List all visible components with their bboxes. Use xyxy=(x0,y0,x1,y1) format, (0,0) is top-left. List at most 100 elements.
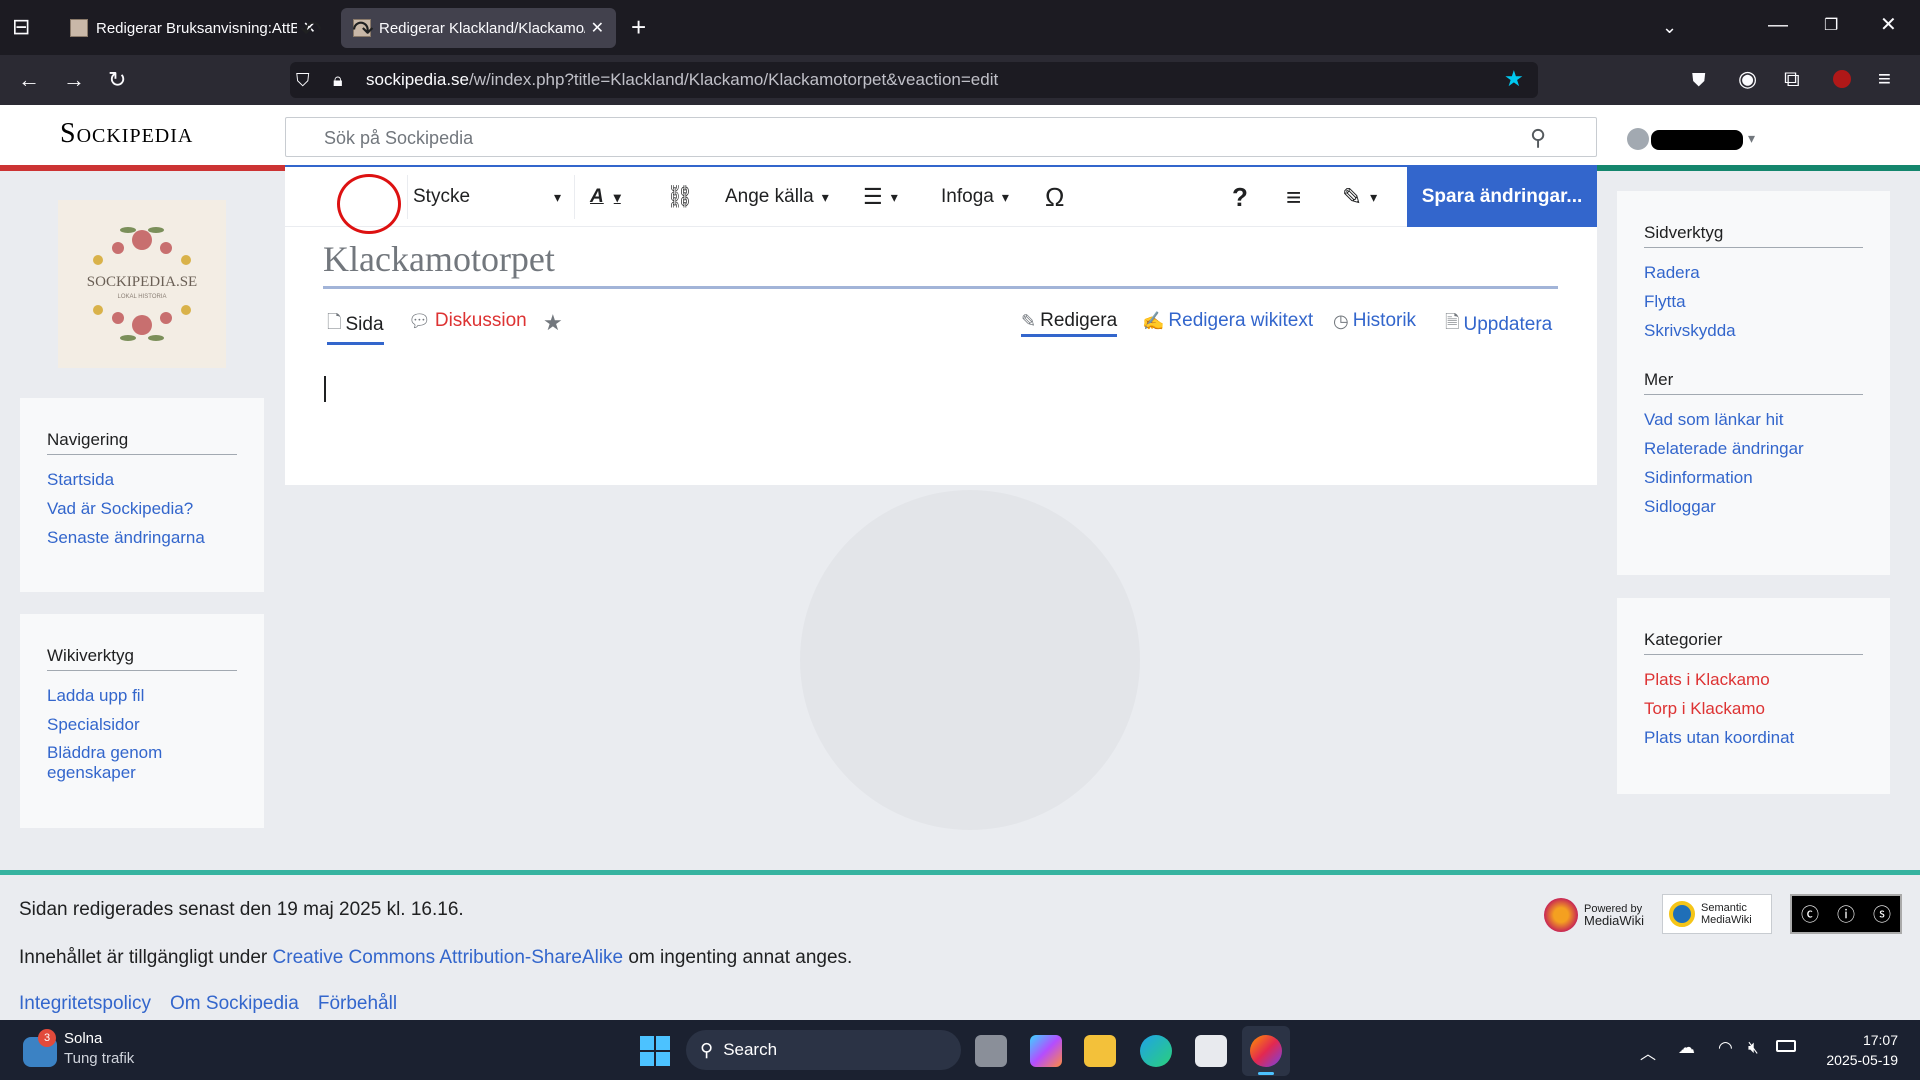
watch-star-icon[interactable]: ★ xyxy=(543,310,563,336)
footer-link-privacy[interactable]: Integritetspolicy xyxy=(19,993,151,1015)
back-icon[interactable]: ← xyxy=(18,69,40,91)
mediawiki-flower-icon xyxy=(1544,898,1578,932)
footer-link-about[interactable]: Om Sockipedia xyxy=(170,993,299,1015)
undo-icon[interactable]: ↶ xyxy=(300,0,322,60)
tab-talk-label: Diskussion xyxy=(434,310,527,331)
more-related-changes[interactable]: Relaterade ändringar xyxy=(1644,438,1863,460)
paragraph-format-dropdown[interactable]: Stycke ▾ xyxy=(413,167,561,227)
account-icon[interactable]: ◉ xyxy=(1738,68,1757,90)
tools-link-special[interactable]: Specialsidor xyxy=(47,714,237,736)
footer-link-disclaimers[interactable]: Förbehåll xyxy=(318,993,397,1015)
ublock-icon[interactable] xyxy=(1833,70,1851,88)
list-icon[interactable]: ☰ ▾ xyxy=(863,167,898,227)
username-redacted[interactable] xyxy=(1651,130,1743,150)
microsoft-store-icon[interactable] xyxy=(1195,1035,1227,1067)
lock-icon[interactable]: 🔒︎ xyxy=(333,69,343,91)
list-all-tabs-icon[interactable]: ⌄ xyxy=(1662,16,1677,38)
category-link-torp[interactable]: Torp i Klackamo xyxy=(1644,698,1863,720)
user-icon[interactable] xyxy=(1627,128,1649,150)
more-page-logs[interactable]: Sidloggar xyxy=(1644,496,1863,518)
clock[interactable]: 17:07 2025-05-19 xyxy=(1820,1030,1898,1070)
tab-edit-source[interactable]: ✍ Redigera wikitext xyxy=(1142,310,1313,332)
windows-start-icon[interactable] xyxy=(640,1036,670,1066)
link-icon[interactable]: ⛓ xyxy=(666,167,694,227)
copilot-icon[interactable] xyxy=(1030,1035,1062,1067)
close-window-icon[interactable]: ✕ xyxy=(1880,14,1897,36)
task-view-icon[interactable] xyxy=(975,1035,1007,1067)
redo-icon[interactable]: ↷ xyxy=(352,0,374,60)
nav-link-about[interactable]: Vad är Sockipedia? xyxy=(47,498,237,520)
browser-tab-2-active[interactable]: Redigerar Klackland/Klackamo/K ✕ xyxy=(341,8,616,48)
tab-list-icon[interactable]: ⊟ xyxy=(12,16,30,38)
footer-license-link[interactable]: Creative Commons Attribution-ShareAlike xyxy=(273,947,624,968)
bookmark-star-icon[interactable]: ★ xyxy=(1504,68,1524,90)
special-character-icon[interactable]: Ω xyxy=(1045,167,1064,227)
cc-by-sa-badge[interactable]: ⓒ ⓘ ⓢ xyxy=(1790,894,1902,934)
tools-link-upload[interactable]: Ladda upp fil xyxy=(47,685,237,707)
minimize-icon[interactable]: — xyxy=(1768,14,1788,36)
category-link-plats[interactable]: Plats i Klackamo xyxy=(1644,669,1863,691)
category-link-no-coordinates[interactable]: Plats utan koordinat xyxy=(1644,727,1863,749)
text-cursor[interactable] xyxy=(324,376,326,402)
page-tools-protect[interactable]: Skrivskydda xyxy=(1644,320,1863,342)
cc-icon: ⓒ xyxy=(1801,905,1819,925)
reload-icon[interactable]: ↻ xyxy=(108,69,126,91)
pocket-icon[interactable]: ⛊ xyxy=(1692,69,1706,91)
forward-icon[interactable]: → xyxy=(63,69,85,91)
tab-page[interactable]: 🗋 Sida xyxy=(327,310,384,345)
powered-by-mediawiki-badge[interactable]: Powered by MediaWiki xyxy=(1544,896,1656,934)
restore-icon[interactable]: ❐ xyxy=(1824,15,1838,37)
show-hidden-icons-icon[interactable]: ︿ xyxy=(1640,1040,1656,1064)
footer-license-prefix: Innehållet är tillgängligt under xyxy=(19,947,273,968)
shield-icon[interactable]: ⛉ xyxy=(296,69,310,91)
semantic-mediawiki-badge[interactable]: Semantic MediaWiki xyxy=(1662,894,1772,934)
taskbar-search[interactable]: ⚲ Search xyxy=(686,1030,961,1070)
file-explorer-icon[interactable] xyxy=(1084,1035,1116,1067)
edge-icon[interactable] xyxy=(1140,1035,1172,1067)
weather-status[interactable]: Tung trafik xyxy=(64,1050,134,1067)
cloud-offline-icon[interactable]: ☁ xyxy=(1678,1038,1695,1058)
close-tab-icon[interactable]: ✕ xyxy=(591,18,604,38)
tab-history[interactable]: ◷ Historik xyxy=(1333,310,1416,332)
site-logo[interactable]: Sockipedia xyxy=(60,118,193,150)
nav-link-recent-changes[interactable]: Senaste ändringarna xyxy=(47,527,237,549)
new-tab-icon[interactable]: + xyxy=(631,14,646,40)
search-input[interactable]: Sök på Sockipedia xyxy=(285,117,1597,157)
browser-tab-1[interactable]: Redigerar Bruksanvisning:AttBid ✕ xyxy=(58,8,328,48)
extensions-icon[interactable]: ⧉ xyxy=(1784,68,1800,90)
site-logo-image[interactable]: SOCKIPEDIA.SE LOKAL HISTORIA xyxy=(58,200,226,368)
cite-dropdown[interactable]: Ange källa ▾ xyxy=(725,167,829,227)
edit-mode-icon[interactable]: ✎ ▾ xyxy=(1342,167,1377,227)
weather-badge: 3 xyxy=(38,1029,56,1047)
wiki-tools-panel: Wikiverktyg Ladda upp fil Specialsidor B… xyxy=(20,614,264,828)
firefox-icon[interactable] xyxy=(1250,1035,1282,1067)
page-title[interactable]: Klackamotorpet xyxy=(323,238,1558,289)
save-button[interactable]: Spara ändringar... xyxy=(1407,167,1597,227)
help-icon[interactable]: ? xyxy=(1232,167,1248,227)
page-icon: 🗋 xyxy=(327,312,342,332)
search-icon[interactable]: ⚲ xyxy=(1530,125,1546,151)
chevron-down-icon[interactable]: ▾ xyxy=(1748,130,1755,147)
taskbar-search-label: Search xyxy=(723,1040,778,1059)
nav-link-main-page[interactable]: Startsida xyxy=(47,469,237,491)
more-what-links-here[interactable]: Vad som länkar hit xyxy=(1644,409,1863,431)
tab-talk[interactable]: 💬︎ Diskussion xyxy=(408,310,527,332)
tab-edit[interactable]: ✎ Redigera xyxy=(1021,310,1118,337)
clock-date: 2025-05-19 xyxy=(1826,1052,1898,1068)
volume-muted-icon[interactable]: 🔇︎ xyxy=(1748,1038,1759,1058)
page-options-icon[interactable]: ≡ xyxy=(1286,167,1301,227)
page-tools-move[interactable]: Flytta xyxy=(1644,291,1863,313)
url-bar[interactable]: sockipedia.se/w/index.php?title=Klacklan… xyxy=(290,62,1538,98)
more-page-info[interactable]: Sidinformation xyxy=(1644,467,1863,489)
tools-link-browse-properties[interactable]: Bläddra genom egenskaper xyxy=(47,743,237,783)
battery-icon[interactable] xyxy=(1776,1040,1796,1052)
text-style-icon[interactable]: A ▾ xyxy=(590,167,621,227)
menu-icon[interactable]: ≡ xyxy=(1878,68,1891,90)
page-tools-delete[interactable]: Radera xyxy=(1644,262,1863,284)
tab-purge[interactable]: 🗎 Uppdatera xyxy=(1445,310,1552,340)
categories-heading: Kategorier xyxy=(1644,630,1863,655)
wifi-icon[interactable]: ◠ xyxy=(1718,1038,1733,1058)
insert-dropdown[interactable]: Infoga ▾ xyxy=(941,167,1009,227)
weather-city[interactable]: Solna xyxy=(64,1030,102,1047)
badge-smw-line2: MediaWiki xyxy=(1701,914,1752,926)
